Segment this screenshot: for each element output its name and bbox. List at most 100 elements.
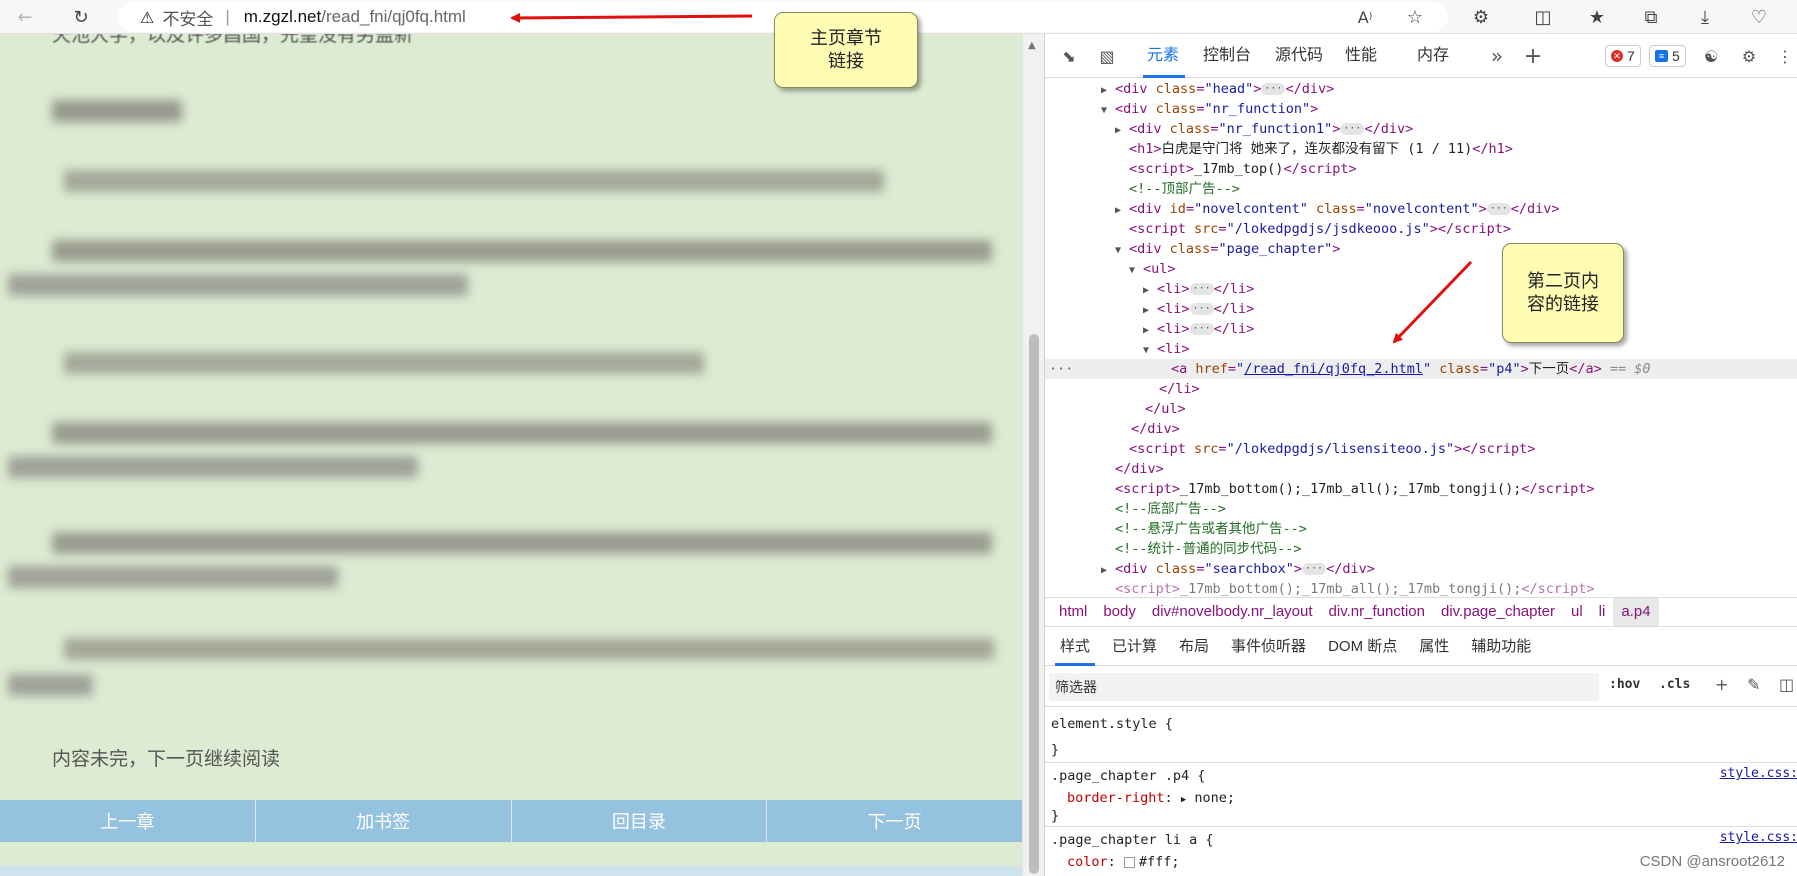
- color-swatch[interactable]: [1123, 856, 1135, 868]
- expand-triangle-icon[interactable]: ▶: [1115, 121, 1129, 141]
- breadcrumb-item[interactable]: li: [1591, 598, 1614, 626]
- dom-node[interactable]: ▶ <div class="head"> ··· </div>: [1045, 79, 1797, 99]
- collapsed-content-icon[interactable]: ···: [1189, 283, 1214, 295]
- collapse-triangle-icon[interactable]: ▼: [1129, 261, 1143, 281]
- element-style-selector[interactable]: element.style {: [1051, 714, 1173, 734]
- tab-sources[interactable]: 源代码: [1275, 44, 1323, 68]
- downloads-icon[interactable]: ⤓: [1690, 2, 1720, 32]
- dom-node[interactable]: ▶ <div id="novelcontent" class="novelcont…: [1045, 199, 1797, 219]
- dom-node[interactable]: <script>_17mb_top()</script>: [1045, 159, 1797, 179]
- extensions-icon[interactable]: ⚙: [1466, 2, 1496, 32]
- feedback-icon[interactable]: ☯: [1699, 44, 1723, 68]
- tab-properties[interactable]: 属性: [1408, 628, 1460, 666]
- expand-triangle-icon[interactable]: ▶: [1143, 301, 1157, 321]
- dom-node[interactable]: <script>_17mb_bottom();_17mb_all();_17mb…: [1045, 579, 1797, 597]
- collapsed-content-icon[interactable]: ···: [1340, 123, 1365, 135]
- more-tabs-icon[interactable]: »: [1485, 44, 1509, 68]
- dom-node[interactable]: <h1>白虎是守门将 她来了，连灰都没有留下 (1 / 11)</h1>: [1045, 139, 1797, 159]
- breadcrumb-item-active[interactable]: a.p4: [1613, 598, 1659, 626]
- inspect-element-icon[interactable]: ⬊: [1057, 44, 1081, 68]
- collapsed-content-icon[interactable]: ···: [1302, 563, 1327, 575]
- page-scrollbar[interactable]: ▲: [1022, 34, 1044, 876]
- collapsed-content-icon[interactable]: ···: [1189, 323, 1214, 335]
- add-bookmark-button[interactable]: 加书签: [256, 800, 512, 842]
- more-options-icon[interactable]: ⋮: [1773, 44, 1797, 68]
- refresh-icon[interactable]: ↻: [66, 2, 96, 32]
- tab-console[interactable]: 控制台: [1203, 44, 1251, 68]
- breadcrumb-item[interactable]: div.nr_function: [1321, 598, 1433, 626]
- dom-node[interactable]: ▶ <li> ··· </li>: [1045, 299, 1797, 319]
- class-toggle-button[interactable]: .cls: [1659, 677, 1690, 692]
- expand-triangle-icon[interactable]: ▶: [1115, 201, 1129, 221]
- hover-state-button[interactable]: :hov: [1609, 677, 1640, 692]
- tab-elements[interactable]: 元素: [1147, 44, 1179, 68]
- expand-triangle-icon[interactable]: ▶: [1143, 281, 1157, 301]
- tab-performance[interactable]: 性能: [1345, 44, 1377, 68]
- browser-essentials-icon[interactable]: ♡: [1744, 2, 1774, 32]
- dom-comment[interactable]: <!--顶部广告-->: [1045, 179, 1797, 199]
- rule-selector[interactable]: .page_chapter li a {: [1051, 830, 1214, 850]
- dom-node[interactable]: <script src="/lokedpgdjs/jsdkeooo.js"></…: [1045, 219, 1797, 239]
- expand-triangle-icon[interactable]: ▶: [1143, 321, 1157, 341]
- table-of-contents-button[interactable]: 回目录: [512, 800, 768, 842]
- read-aloud-icon[interactable]: A): [1350, 2, 1380, 32]
- dom-node[interactable]: ▼ <li>: [1045, 339, 1797, 359]
- tab-accessibility[interactable]: 辅助功能: [1460, 628, 1542, 666]
- sidebar-toggle-icon[interactable]: ◫: [1779, 675, 1794, 694]
- dom-node[interactable]: ▶ <div class="searchbox"> ··· </div>: [1045, 559, 1797, 579]
- collapsed-content-icon[interactable]: ···: [1486, 203, 1511, 215]
- collapse-triangle-icon[interactable]: ▼: [1101, 101, 1115, 121]
- css-declaration[interactable]: border-right: ▶ none;: [1051, 788, 1235, 808]
- dom-comment[interactable]: <!--悬浮广告或者其他广告-->: [1045, 519, 1797, 539]
- device-emulation-icon[interactable]: ▧: [1095, 44, 1119, 68]
- dom-node[interactable]: </div>: [1045, 419, 1797, 439]
- dom-node[interactable]: <script>_17mb_bottom();_17mb_all();_17mb…: [1045, 479, 1797, 499]
- tab-computed[interactable]: 已计算: [1101, 628, 1168, 666]
- error-badge[interactable]: ✕ 7: [1605, 45, 1641, 67]
- new-style-rule-icon[interactable]: +: [1715, 675, 1728, 694]
- breadcrumb-item[interactable]: body: [1095, 598, 1144, 626]
- dom-node[interactable]: </ul>: [1045, 399, 1797, 419]
- add-tab-icon[interactable]: +: [1521, 44, 1545, 69]
- settings-gear-icon[interactable]: ⚙: [1737, 44, 1761, 68]
- tab-dom-breakpoints[interactable]: DOM 断点: [1317, 628, 1408, 666]
- dom-node[interactable]: ▶ <li> ··· </li>: [1045, 319, 1797, 339]
- favorite-star-icon[interactable]: ☆: [1400, 2, 1430, 32]
- dom-node[interactable]: </li>: [1045, 379, 1797, 399]
- expand-triangle-icon[interactable]: ▶: [1101, 81, 1115, 101]
- dom-node[interactable]: ▶ <div class="nr_function1"> ··· </div>: [1045, 119, 1797, 139]
- breadcrumb-item[interactable]: html: [1051, 598, 1095, 626]
- collapsed-content-icon[interactable]: ···: [1189, 303, 1214, 315]
- tab-layout[interactable]: 布局: [1168, 628, 1220, 666]
- expand-shorthand-icon[interactable]: ▶: [1181, 795, 1186, 805]
- dom-node[interactable]: <script src="/lokedpgdjs/lisensiteoo.js"…: [1045, 439, 1797, 459]
- dom-node[interactable]: ▼ <ul>: [1045, 259, 1797, 279]
- expand-triangle-icon[interactable]: ▶: [1101, 561, 1115, 581]
- breadcrumb-item[interactable]: ul: [1563, 598, 1591, 626]
- dom-comment[interactable]: <!--统计-普通的同步代码-->: [1045, 539, 1797, 559]
- dom-node[interactable]: ▶ <li> ··· </li>: [1045, 279, 1797, 299]
- breadcrumb-item[interactable]: div.page_chapter: [1433, 598, 1563, 626]
- warning-triangle-icon[interactable]: ⚠: [140, 8, 154, 27]
- collapse-triangle-icon[interactable]: ▼: [1115, 241, 1129, 261]
- collapse-triangle-icon[interactable]: ▼: [1143, 341, 1157, 361]
- tab-styles[interactable]: 样式: [1049, 628, 1101, 666]
- dom-node[interactable]: </div>: [1045, 459, 1797, 479]
- stylesheet-source-link[interactable]: style.css:: [1720, 830, 1797, 845]
- tab-event-listeners[interactable]: 事件侦听器: [1220, 628, 1317, 666]
- rule-selector[interactable]: .page_chapter .p4 {: [1051, 766, 1205, 786]
- prev-chapter-button[interactable]: 上一章: [0, 800, 256, 842]
- next-page-href-link[interactable]: /read_fni/qj0fq_2.html: [1244, 361, 1423, 377]
- split-screen-icon[interactable]: ◫: [1528, 2, 1558, 32]
- tab-memory[interactable]: 内存: [1417, 44, 1449, 68]
- breadcrumb-item[interactable]: div#novelbody.nr_layout: [1144, 598, 1321, 626]
- dom-node[interactable]: ▼ <div class="nr_function">: [1045, 99, 1797, 119]
- back-icon[interactable]: ←: [10, 2, 40, 32]
- scrollbar-thumb[interactable]: [1029, 334, 1039, 874]
- message-badge[interactable]: ≡ 5: [1649, 45, 1686, 67]
- paint-brush-icon[interactable]: ✎: [1747, 675, 1760, 694]
- scroll-up-icon[interactable]: ▲: [1028, 40, 1036, 51]
- node-actions-icon[interactable]: ···: [1045, 359, 1171, 379]
- dom-comment[interactable]: <!--底部广告-->: [1045, 499, 1797, 519]
- collections-icon[interactable]: ⧉: [1636, 2, 1666, 32]
